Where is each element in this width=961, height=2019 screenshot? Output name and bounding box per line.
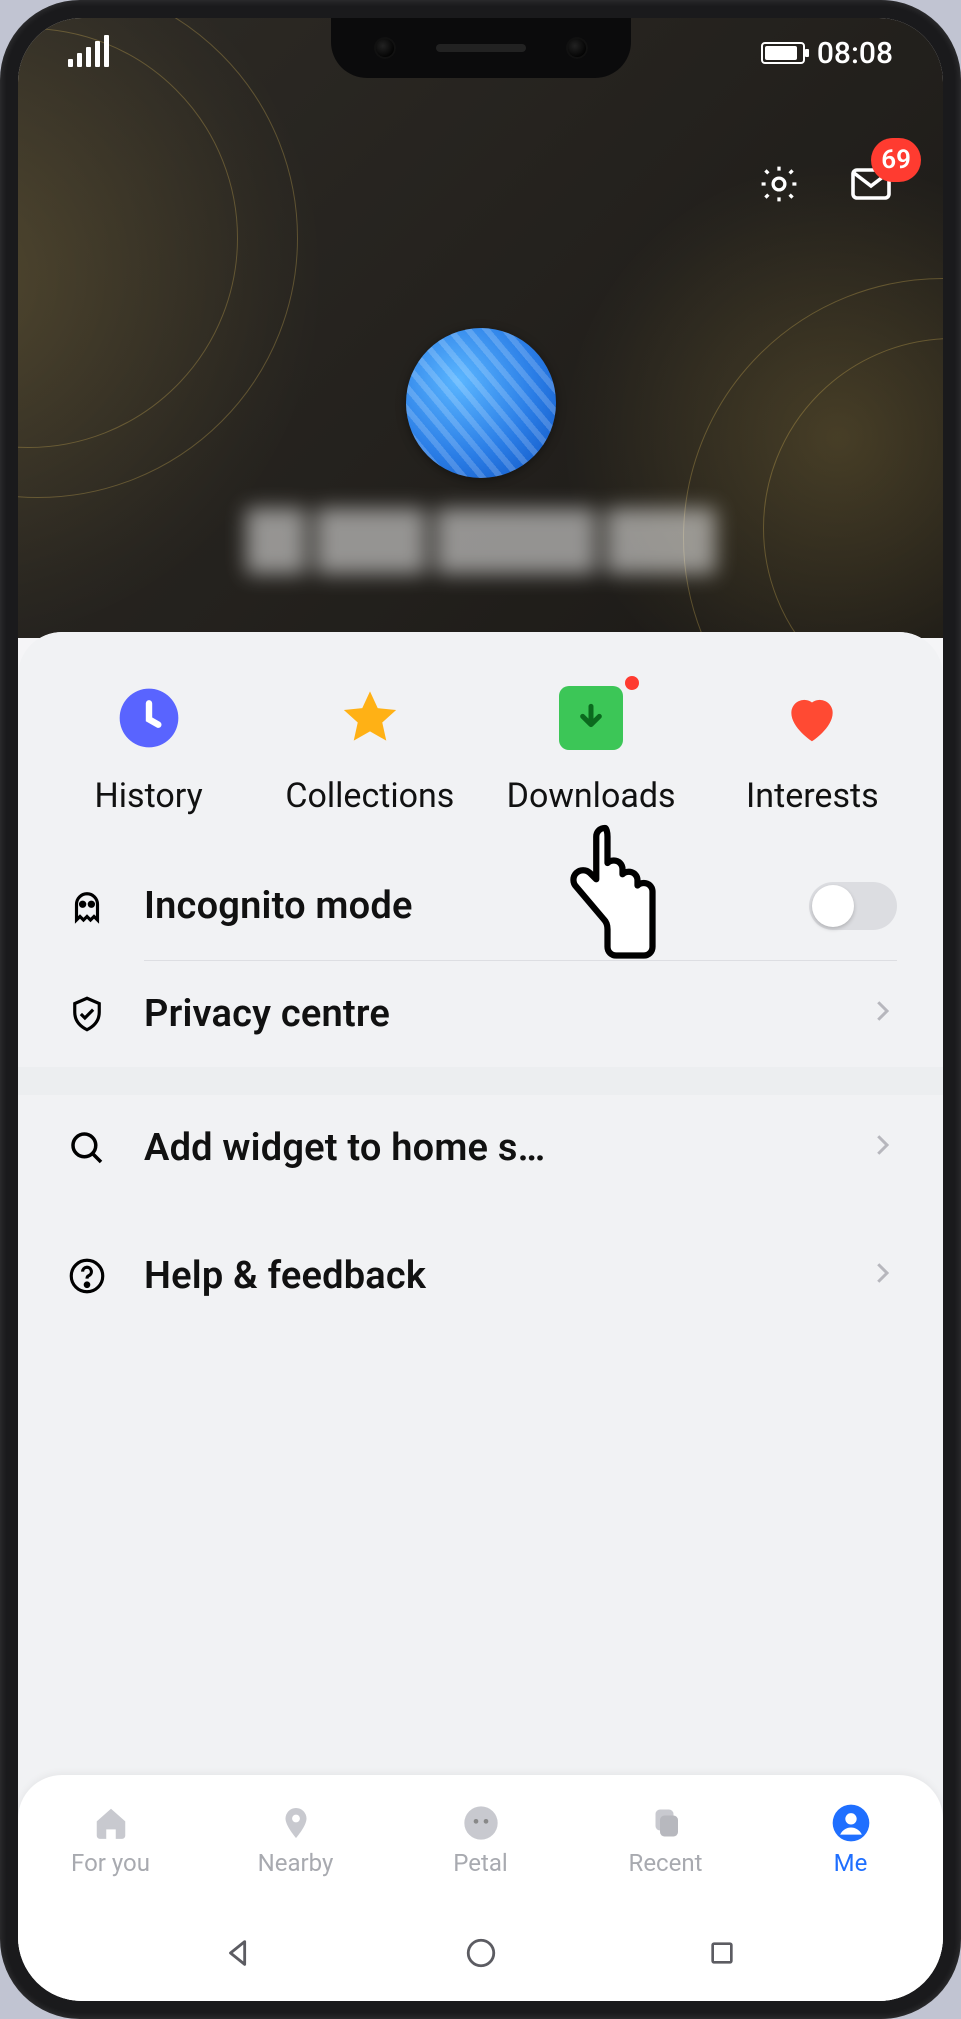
system-nav	[18, 1905, 943, 2001]
profile-header: 69	[18, 18, 943, 638]
system-recent[interactable]	[702, 1933, 742, 1973]
nav-recent[interactable]: Recent	[582, 1803, 749, 1877]
row-help[interactable]: Help & feedback	[18, 1223, 943, 1329]
quick-history[interactable]: History	[47, 686, 251, 816]
nav-for-you[interactable]: For you	[27, 1803, 194, 1877]
notch	[331, 18, 631, 78]
heart-icon	[780, 686, 844, 750]
help-icon	[64, 1253, 110, 1299]
shield-icon	[64, 991, 110, 1037]
battery-icon	[761, 42, 805, 64]
clock-icon	[117, 686, 181, 750]
quick-label: History	[95, 776, 203, 816]
phone-frame: 08:08	[0, 0, 961, 2019]
username-redacted	[221, 508, 741, 574]
quick-collections[interactable]: Collections	[268, 686, 472, 816]
row-label: Add widget to home s…	[144, 1126, 833, 1170]
nav-nearby[interactable]: Nearby	[212, 1803, 379, 1877]
nav-label: Petal	[453, 1849, 507, 1877]
row-label: Incognito mode	[144, 884, 775, 928]
ghost-icon	[64, 883, 110, 929]
nav-label: Nearby	[258, 1849, 334, 1877]
section-gap	[18, 1067, 943, 1095]
incognito-toggle[interactable]	[809, 882, 897, 930]
chevron-right-icon	[867, 1254, 897, 1298]
messages-badge: 69	[871, 138, 921, 182]
quick-label: Interests	[746, 776, 879, 816]
download-icon	[559, 686, 623, 750]
quick-actions-row: History Collections Downloads	[18, 632, 943, 852]
row-privacy[interactable]: Privacy centre	[18, 961, 943, 1067]
row-add-widget[interactable]: Add widget to home s…	[18, 1095, 943, 1201]
search-icon	[64, 1125, 110, 1171]
stack-icon	[646, 1803, 686, 1843]
row-incognito[interactable]: Incognito mode	[18, 852, 943, 960]
system-home[interactable]	[461, 1933, 501, 1973]
row-label: Privacy centre	[144, 992, 833, 1036]
settings-list: Incognito mode Privacy centre	[18, 852, 943, 1329]
screen: 08:08	[18, 18, 943, 2001]
signal-icon	[68, 39, 109, 67]
nav-me[interactable]: Me	[767, 1803, 934, 1877]
nav-label: Me	[834, 1849, 868, 1877]
star-icon	[338, 686, 402, 750]
chevron-right-icon	[867, 992, 897, 1036]
notification-dot	[625, 676, 639, 690]
content-sheet: History Collections Downloads	[18, 632, 943, 2001]
bottom-nav: For you Nearby Petal	[18, 1775, 943, 1905]
system-back[interactable]	[219, 1933, 259, 1973]
messages-button[interactable]: 69	[845, 158, 897, 210]
nav-petal[interactable]: Petal	[397, 1803, 564, 1877]
pointer-hand-icon	[550, 818, 680, 968]
row-label: Help & feedback	[144, 1254, 833, 1298]
pin-icon	[276, 1803, 316, 1843]
avatar[interactable]	[406, 328, 556, 478]
nav-label: For you	[71, 1849, 150, 1877]
status-time: 08:08	[817, 36, 893, 71]
gear-icon[interactable]	[753, 158, 805, 210]
face-icon	[461, 1803, 501, 1843]
person-icon	[831, 1803, 871, 1843]
chevron-right-icon	[867, 1126, 897, 1170]
quick-label: Downloads	[507, 776, 676, 816]
quick-downloads[interactable]: Downloads	[489, 686, 693, 816]
nav-label: Recent	[629, 1849, 703, 1877]
home-icon	[91, 1803, 131, 1843]
quick-label: Collections	[285, 776, 454, 816]
quick-interests[interactable]: Interests	[711, 686, 915, 816]
